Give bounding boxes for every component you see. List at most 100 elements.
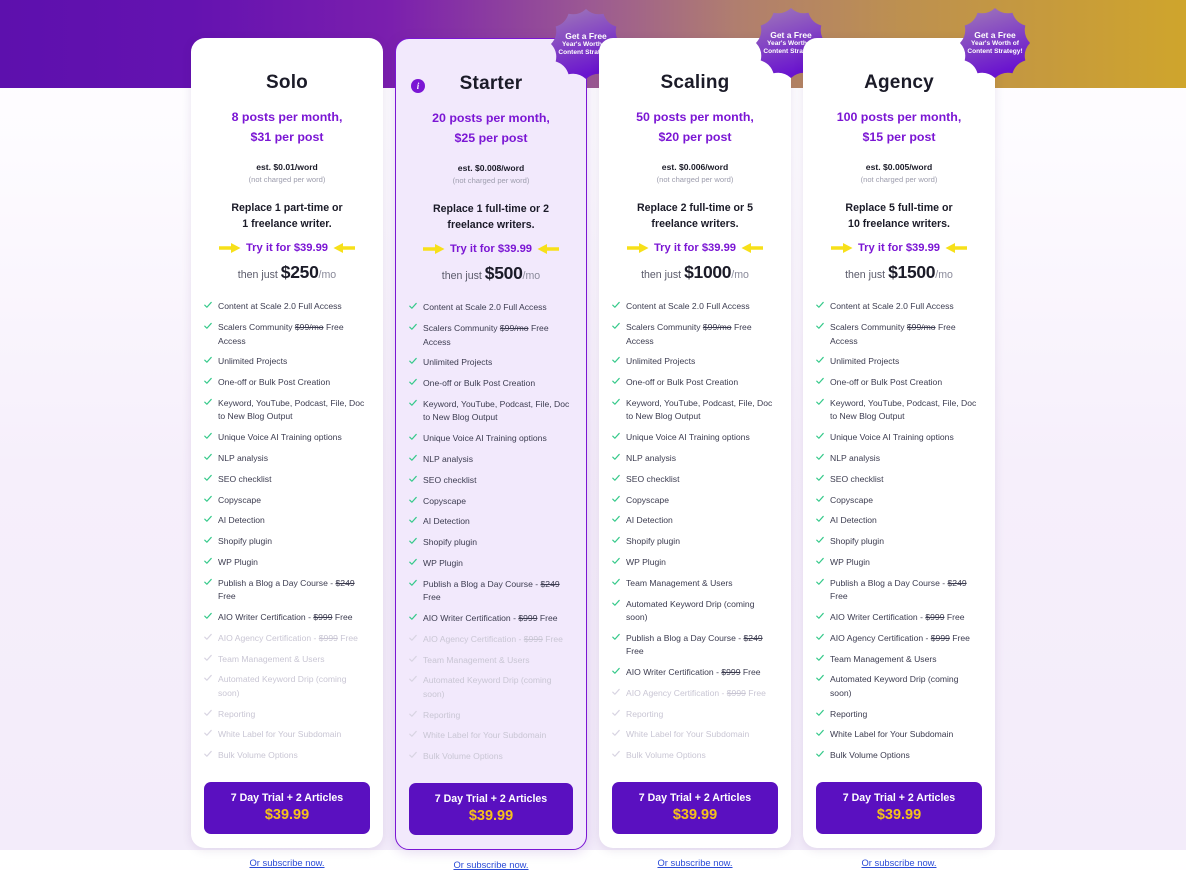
- feature-label: Reporting: [218, 708, 256, 719]
- checkmark-icon: [612, 398, 620, 405]
- checkmark-icon: [612, 750, 620, 757]
- checkmark-icon: [612, 709, 620, 716]
- feature-label: Unlimited Projects: [830, 356, 900, 367]
- feature-item: Bulk Volume Options: [612, 749, 778, 762]
- feature-item: Content at Scale 2.0 Full Access: [204, 300, 370, 313]
- checkmark-icon: [816, 557, 824, 564]
- feature-label: Automated Keyword Drip (coming soon): [423, 675, 552, 699]
- feature-label: WP Plugin: [423, 558, 463, 569]
- feature-item: Unique Voice AI Training options: [816, 431, 982, 444]
- trial-cta-button[interactable]: 7 Day Trial + 2 Articles $39.99: [204, 781, 370, 834]
- checkmark-icon: [816, 323, 824, 330]
- feature-label: Scalers Community $99/mo Free Access: [218, 322, 344, 346]
- checkmark-icon: [409, 324, 417, 331]
- feature-item: Unique Voice AI Training options: [204, 431, 370, 444]
- feature-label: Scalers Community $99/mo Free Access: [423, 323, 549, 347]
- feature-label: One-off or Bulk Post Creation: [423, 378, 536, 389]
- checkmark-icon: [409, 558, 417, 565]
- feature-label: Team Management & Users: [626, 577, 733, 588]
- replace-writers-text: Replace 5 full-time or 10 freelance write…: [816, 201, 982, 233]
- trial-cta-button[interactable]: 7 Day Trial + 2 Articles $39.99: [409, 782, 573, 835]
- info-icon[interactable]: i: [411, 79, 425, 93]
- feature-label: Publish a Blog a Day Course - $249 Free: [830, 577, 967, 602]
- plan-name: Agency: [864, 72, 934, 93]
- checkmark-icon: [409, 475, 417, 482]
- checkmark-icon: [409, 433, 417, 440]
- subscribe-now-link[interactable]: Or subscribe now.: [453, 859, 528, 870]
- feature-list: Content at Scale 2.0 Full Access Scalers …: [409, 301, 573, 771]
- feature-label: White Label for Your Subdomain: [830, 729, 954, 740]
- feature-label: AIO Writer Certification - $999 Free: [423, 612, 558, 623]
- subscribe-now-link[interactable]: Or subscribe now.: [861, 857, 936, 868]
- feature-list: Content at Scale 2.0 Full Access Scalers …: [612, 300, 778, 770]
- trial-cta-button[interactable]: 7 Day Trial + 2 Articles $39.99: [816, 781, 982, 834]
- trial-cta-button[interactable]: 7 Day Trial + 2 Articles $39.99: [612, 781, 778, 834]
- checkmark-icon: [409, 358, 417, 365]
- checkmark-icon: [409, 517, 417, 524]
- feature-label: Publish a Blog a Day Course - $249 Free: [626, 632, 763, 657]
- feature-item: AIO Agency Certification - $999 Free: [816, 632, 982, 645]
- replace-line-1: Replace 1 full-time or 2: [433, 202, 549, 215]
- feature-item: AIO Writer Certification - $999 Free: [204, 611, 370, 624]
- feature-label: SEO checklist: [423, 474, 477, 485]
- feature-item: Team Management & Users: [612, 577, 778, 590]
- checkmark-icon: [204, 654, 212, 661]
- feature-item: Reporting: [204, 708, 370, 721]
- feature-list: Content at Scale 2.0 Full Access Scalers …: [816, 300, 982, 770]
- checkmark-icon: [409, 538, 417, 545]
- feature-label: AIO Writer Certification - $999 Free: [830, 611, 965, 622]
- feature-item: One-off or Bulk Post Creation: [816, 376, 982, 389]
- replace-line-2: freelance writers.: [651, 217, 739, 230]
- subscribe-now-link[interactable]: Or subscribe now.: [249, 857, 324, 868]
- checkmark-icon: [612, 599, 620, 606]
- price-per-post: $25 per post: [454, 130, 528, 145]
- feature-item: AIO Writer Certification - $999 Free: [816, 611, 982, 624]
- feature-item: White Label for Your Subdomain: [816, 728, 982, 741]
- checkmark-icon: [816, 302, 824, 309]
- checkmark-icon: [612, 730, 620, 737]
- checkmark-icon: [612, 323, 620, 330]
- card-body[interactable]: Solo 8 posts per month, $31 per post est. $…: [191, 38, 383, 848]
- card-header: Scaling: [612, 54, 778, 94]
- feature-item: Unlimited Projects: [612, 355, 778, 368]
- arrow-right-icon: [422, 244, 445, 255]
- feature-item: Copyscape: [409, 495, 573, 508]
- feature-item: AI Detection: [816, 514, 982, 527]
- then-just-label: then just: [845, 269, 886, 282]
- checkmark-icon: [204, 633, 212, 640]
- feature-item: One-off or Bulk Post Creation: [204, 376, 370, 389]
- feature-label: One-off or Bulk Post Creation: [218, 377, 331, 388]
- replace-line-2: freelance writers.: [447, 218, 535, 231]
- checkmark-icon: [204, 709, 212, 716]
- original-price: $999: [523, 633, 543, 644]
- checkmark-icon: [204, 675, 212, 682]
- cta-trial-label: 7 Day Trial + 2 Articles: [230, 791, 344, 804]
- checkmark-icon: [816, 474, 824, 481]
- feature-label: Bulk Volume Options: [830, 750, 910, 761]
- feature-label: AI Detection: [423, 516, 470, 527]
- checkmark-icon: [612, 495, 620, 502]
- feature-item: Automated Keyword Drip (coming soon): [204, 673, 370, 700]
- checkmark-icon: [816, 432, 824, 439]
- feature-label: Unique Voice AI Training options: [218, 432, 342, 443]
- checkmark-icon: [409, 634, 417, 641]
- card-body[interactable]: Get a Free Year's Worth of Content Strateg…: [395, 9, 621, 850]
- per-month-suffix: /mo: [522, 270, 541, 283]
- feature-label: NLP analysis: [218, 452, 268, 463]
- then-just-label: then just: [237, 269, 278, 282]
- feature-item: Unlimited Projects: [816, 355, 982, 368]
- subscribe-now-link[interactable]: Or subscribe now.: [657, 857, 732, 868]
- checkmark-icon: [409, 303, 417, 310]
- feature-label: AIO Writer Certification - $999 Free: [626, 666, 761, 677]
- posts-per-month: 8 posts per month,: [231, 110, 343, 124]
- feature-label: Shopify plugin: [830, 536, 884, 547]
- feature-item: SEO checklist: [816, 473, 982, 486]
- then-just-label: then just: [441, 270, 482, 283]
- card-body[interactable]: Get a Free Year's Worth of Content Strateg…: [803, 8, 1030, 848]
- posts-pricing-summary: 20 posts per month, $25 per post: [409, 109, 573, 149]
- checkmark-icon: [204, 378, 212, 385]
- feature-item: Scalers Community $99/mo Free Access: [409, 322, 573, 349]
- card-body[interactable]: Get a Free Year's Worth of Content Strateg…: [599, 8, 826, 848]
- arrow-left-icon: [537, 244, 560, 255]
- feature-label: WP Plugin: [218, 557, 258, 568]
